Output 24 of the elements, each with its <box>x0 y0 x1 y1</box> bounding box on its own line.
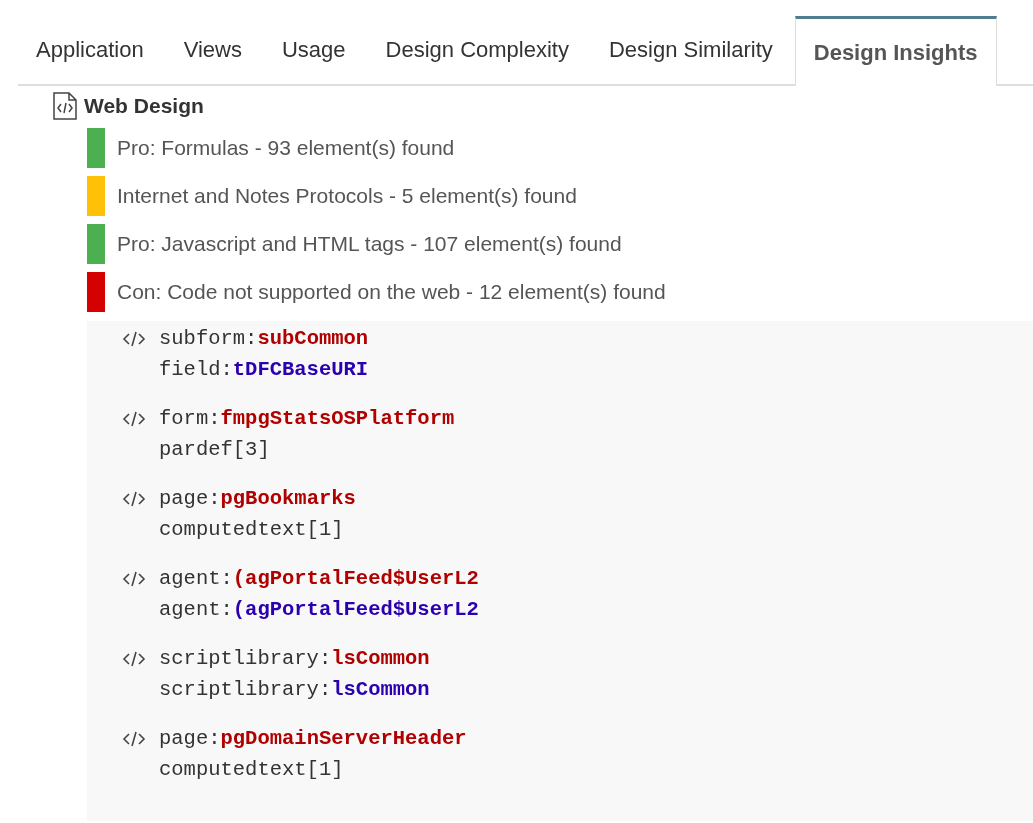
code-line: computedtext[1] <box>159 518 345 541</box>
finding-text: Con: Code not supported on the web - 12 element(s) found <box>117 280 666 304</box>
tab[interactable]: Design Similarity <box>590 16 795 84</box>
code-line: form:fmpgStatsOSPlatform <box>159 407 456 430</box>
tab[interactable]: Usage <box>263 16 368 84</box>
tab[interactable]: Design Insights <box>794 16 997 86</box>
code-line: scriptlibrary:lsCommon <box>159 647 431 670</box>
code-line: subform:subCommon <box>159 327 370 350</box>
section-title: Web Design <box>84 94 204 118</box>
tab[interactable]: Application <box>18 16 166 84</box>
code-line: agent:(agPortalFeed$UserL2 <box>159 598 480 621</box>
code-line: pardef[3] <box>159 438 271 461</box>
tab[interactable]: Views <box>165 16 264 84</box>
code-line: scriptlibrary:lsCommon <box>159 678 431 701</box>
code-line: agent:(agPortalFeed$UserL2 <box>159 567 480 590</box>
finding-text: Pro: Javascript and HTML tags - 107 element(s) found <box>117 232 622 256</box>
code-line: page:pgBookmarks <box>159 487 357 510</box>
tab[interactable]: Design Complexity <box>367 16 591 84</box>
finding-text: Internet and Notes Protocols - 5 element(s) found <box>117 184 577 208</box>
code-line: page:pgDomainServerHeader <box>159 727 468 750</box>
code-file-icon <box>52 92 78 120</box>
finding-text: Pro: Formulas - 93 element(s) found <box>117 136 455 160</box>
code-line: field:tDFCBaseURI <box>159 358 370 381</box>
code-line: computedtext[1] <box>159 758 345 781</box>
